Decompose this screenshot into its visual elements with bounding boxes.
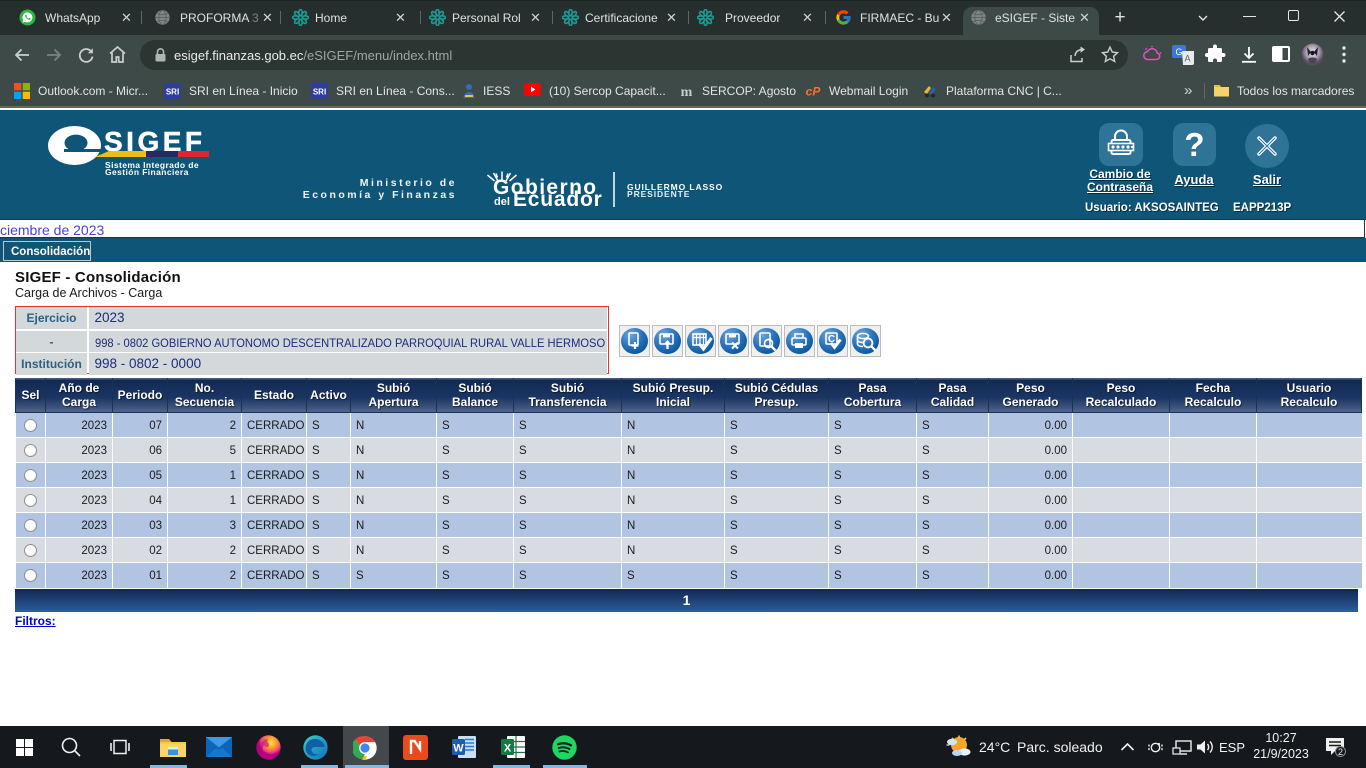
svg-text:cP: cP: [806, 85, 822, 99]
svg-text:G: G: [1175, 47, 1182, 57]
svg-text:SRI: SRI: [313, 88, 326, 97]
svg-text:A: A: [1184, 54, 1190, 64]
svg-text:X: X: [504, 743, 512, 755]
svg-text:m: m: [681, 85, 693, 99]
svg-text:W: W: [453, 743, 464, 755]
svg-text:2: 2: [1338, 747, 1343, 757]
svg-text:SRI: SRI: [166, 88, 179, 97]
